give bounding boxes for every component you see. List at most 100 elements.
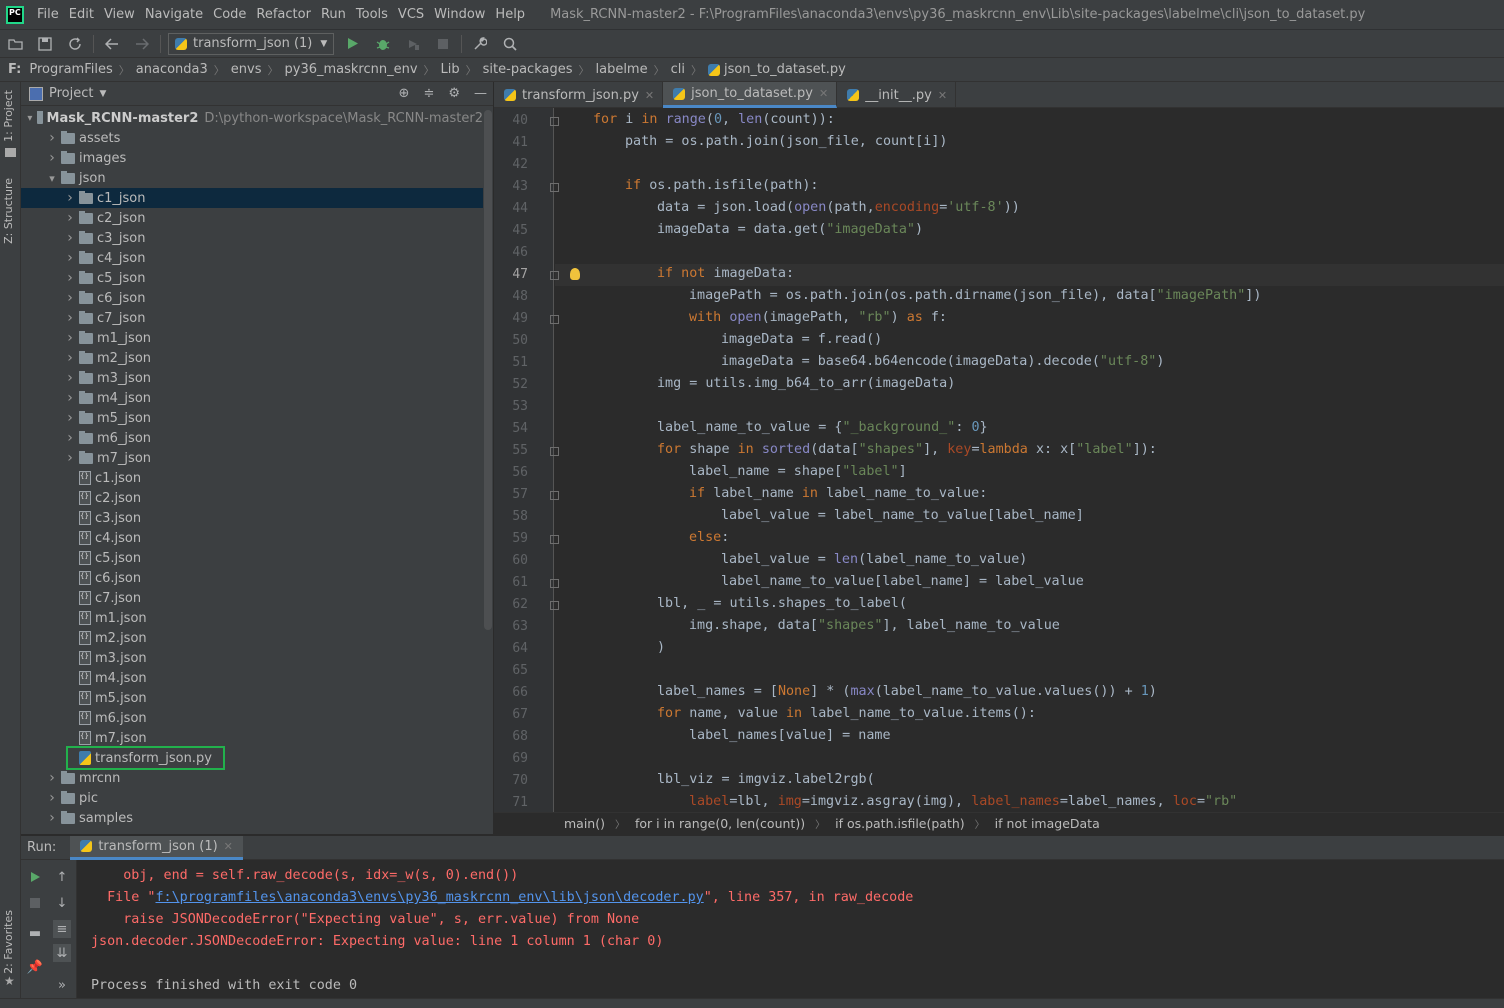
tree-row-m4-json[interactable]: › m4_json <box>21 388 483 408</box>
tree-row-m4-json[interactable]: m4.json <box>21 668 483 688</box>
tool-tab-project[interactable]: 1: Project <box>2 90 15 142</box>
scroll-up-icon[interactable]: ↑ <box>53 868 71 886</box>
close-icon[interactable]: ✕ <box>938 89 947 102</box>
tree-row-c7-json[interactable]: c7.json <box>21 588 483 608</box>
collapse-arrow-icon[interactable]: › <box>45 150 59 166</box>
collapse-arrow-icon[interactable]: › <box>63 250 77 266</box>
code-line[interactable]: with open(imagePath, "rb") as f: <box>689 310 947 325</box>
close-icon[interactable]: ✕ <box>819 87 828 100</box>
save-icon[interactable] <box>36 35 54 53</box>
run-console[interactable]: obj, end = self.raw_decode(s, idx=_w(s, … <box>77 860 1504 998</box>
editor-breadcrumb-item[interactable]: for i in range(0, len(count)) <box>635 816 805 831</box>
code-line[interactable]: lbl_viz = imgviz.label2rgb( <box>657 772 875 787</box>
code-line[interactable]: imageData = data.get("imageData") <box>657 222 923 237</box>
tab-json-to-dataset-py[interactable]: json_to_dataset.py ✕ <box>663 82 838 108</box>
console-file-link[interactable]: f:\programfiles\anaconda3\envs\py36_mask… <box>156 890 704 905</box>
tree-row-m7-json[interactable]: › m7_json <box>21 448 483 468</box>
soft-wrap-icon[interactable]: ≡ <box>53 920 71 938</box>
collapse-arrow-icon[interactable]: › <box>63 410 77 426</box>
menu-tools[interactable]: Tools <box>351 7 393 22</box>
code-line[interactable]: imageData = base64.b64encode(imageData).… <box>721 354 1164 369</box>
tree-row-m2-json[interactable]: › m2_json <box>21 348 483 368</box>
menu-view[interactable]: View <box>99 7 140 22</box>
collapse-arrow-icon[interactable]: › <box>63 230 77 246</box>
code-line[interactable]: img = utils.img_b64_to_arr(imageData) <box>657 376 955 391</box>
code-line[interactable]: if os.path.isfile(path): <box>625 178 819 193</box>
breadcrumb-item[interactable]: site-packages <box>483 62 573 77</box>
tree-row-m3-json[interactable]: m3.json <box>21 648 483 668</box>
collapse-arrow-icon[interactable]: › <box>63 390 77 406</box>
forward-icon[interactable] <box>133 35 151 53</box>
tab--init-py[interactable]: __init__.py ✕ <box>837 82 957 108</box>
breadcrumb-item[interactable]: ProgramFiles <box>29 62 112 77</box>
fold-marker-icon[interactable] <box>550 579 559 588</box>
collapse-arrow-icon[interactable]: › <box>63 430 77 446</box>
tree-row-m1-json[interactable]: › m1_json <box>21 328 483 348</box>
tree-row-root[interactable]: ▾ Mask_RCNN-master2 D:\python-workspace\… <box>21 108 483 128</box>
gear-icon[interactable]: ⚙ <box>448 86 460 101</box>
code-line[interactable]: imagePath = os.path.join(os.path.dirname… <box>689 288 1261 303</box>
hide-panel-icon[interactable]: — <box>474 86 487 101</box>
tree-row-c4-json[interactable]: c4.json <box>21 528 483 548</box>
tree-row-pic[interactable]: › pic <box>21 788 483 808</box>
debug-icon[interactable] <box>374 35 392 53</box>
fold-marker-icon[interactable] <box>550 271 559 280</box>
code-line[interactable]: label_names[value] = name <box>689 728 891 743</box>
editor-breadcrumb-item[interactable]: if os.path.isfile(path) <box>835 816 965 831</box>
collapse-arrow-icon[interactable]: › <box>45 790 59 806</box>
tree-row-c1-json[interactable]: › c1_json <box>21 188 483 208</box>
tree-row-m2-json[interactable]: m2.json <box>21 628 483 648</box>
collapse-arrow-icon[interactable]: › <box>63 190 77 206</box>
code-editor[interactable]: for i in range(0, len(count)): path = os.… <box>555 108 1504 812</box>
tree-row-mrcnn[interactable]: › mrcnn <box>21 768 483 788</box>
breadcrumb-item[interactable]: json_to_dataset.py <box>724 62 846 77</box>
collapse-arrow-icon[interactable]: › <box>63 450 77 466</box>
fold-marker-icon[interactable] <box>550 535 559 544</box>
more-actions-icon[interactable]: » <box>53 976 71 994</box>
settings-wrench-icon[interactable] <box>471 35 489 53</box>
rerun-icon[interactable] <box>26 868 44 886</box>
tree-row-m7-json[interactable]: m7.json <box>21 728 483 748</box>
tree-row-c7-json[interactable]: › c7_json <box>21 308 483 328</box>
code-line[interactable]: lbl, _ = utils.shapes_to_label( <box>657 596 907 611</box>
project-view-select[interactable]: Project <box>49 86 93 101</box>
run-configuration-select[interactable]: transform_json (1) ▼ <box>168 32 335 55</box>
tree-row-m6-json[interactable]: m6.json <box>21 708 483 728</box>
project-scrollbar[interactable] <box>484 110 492 630</box>
tree-row-images[interactable]: › images <box>21 148 483 168</box>
editor-breadcrumb-item[interactable]: main() <box>564 816 605 831</box>
expand-arrow-icon[interactable]: ▾ <box>27 113 33 124</box>
scroll-down-icon[interactable]: ↓ <box>53 894 71 912</box>
tree-row-m5-json[interactable]: m5.json <box>21 688 483 708</box>
tree-row-c5-json[interactable]: › c5_json <box>21 268 483 288</box>
collapse-arrow-icon[interactable]: › <box>63 370 77 386</box>
tree-row-c3-json[interactable]: › c3_json <box>21 228 483 248</box>
coverage-icon[interactable] <box>404 35 422 53</box>
tree-row-c2-json[interactable]: c2.json <box>21 488 483 508</box>
breadcrumb-item[interactable]: py36_maskrcnn_env <box>285 62 418 77</box>
code-line[interactable]: imageData = f.read() <box>721 332 882 347</box>
menu-navigate[interactable]: Navigate <box>140 7 208 22</box>
code-line[interactable]: if label_name in label_name_to_value: <box>689 486 987 501</box>
code-line[interactable]: label_value = len(label_name_to_value) <box>721 552 1027 567</box>
editor-breadcrumb-item[interactable]: if not imageData <box>995 816 1100 831</box>
tree-row-c5-json[interactable]: c5.json <box>21 548 483 568</box>
fold-marker-icon[interactable] <box>550 117 559 126</box>
fold-marker-icon[interactable] <box>550 183 559 192</box>
menu-window[interactable]: Window <box>429 7 490 22</box>
search-icon[interactable] <box>501 35 519 53</box>
tree-row-json[interactable]: ▾ json <box>21 168 483 188</box>
code-line[interactable]: if not imageData: <box>657 266 794 281</box>
fold-marker-icon[interactable] <box>550 601 559 610</box>
fold-marker-icon[interactable] <box>550 447 559 456</box>
collapse-arrow-icon[interactable]: › <box>63 270 77 286</box>
code-line[interactable]: else: <box>689 530 729 545</box>
collapse-arrow-icon[interactable]: › <box>45 130 59 146</box>
code-line[interactable]: label_name_to_value[label_name] = label_… <box>721 574 1084 589</box>
menu-refactor[interactable]: Refactor <box>251 7 316 22</box>
collapse-arrow-icon[interactable]: › <box>45 810 59 826</box>
menu-run[interactable]: Run <box>316 7 351 22</box>
tree-row-m5-json[interactable]: › m5_json <box>21 408 483 428</box>
tree-row-c2-json[interactable]: › c2_json <box>21 208 483 228</box>
code-line[interactable]: label_name = shape["label"] <box>689 464 907 479</box>
